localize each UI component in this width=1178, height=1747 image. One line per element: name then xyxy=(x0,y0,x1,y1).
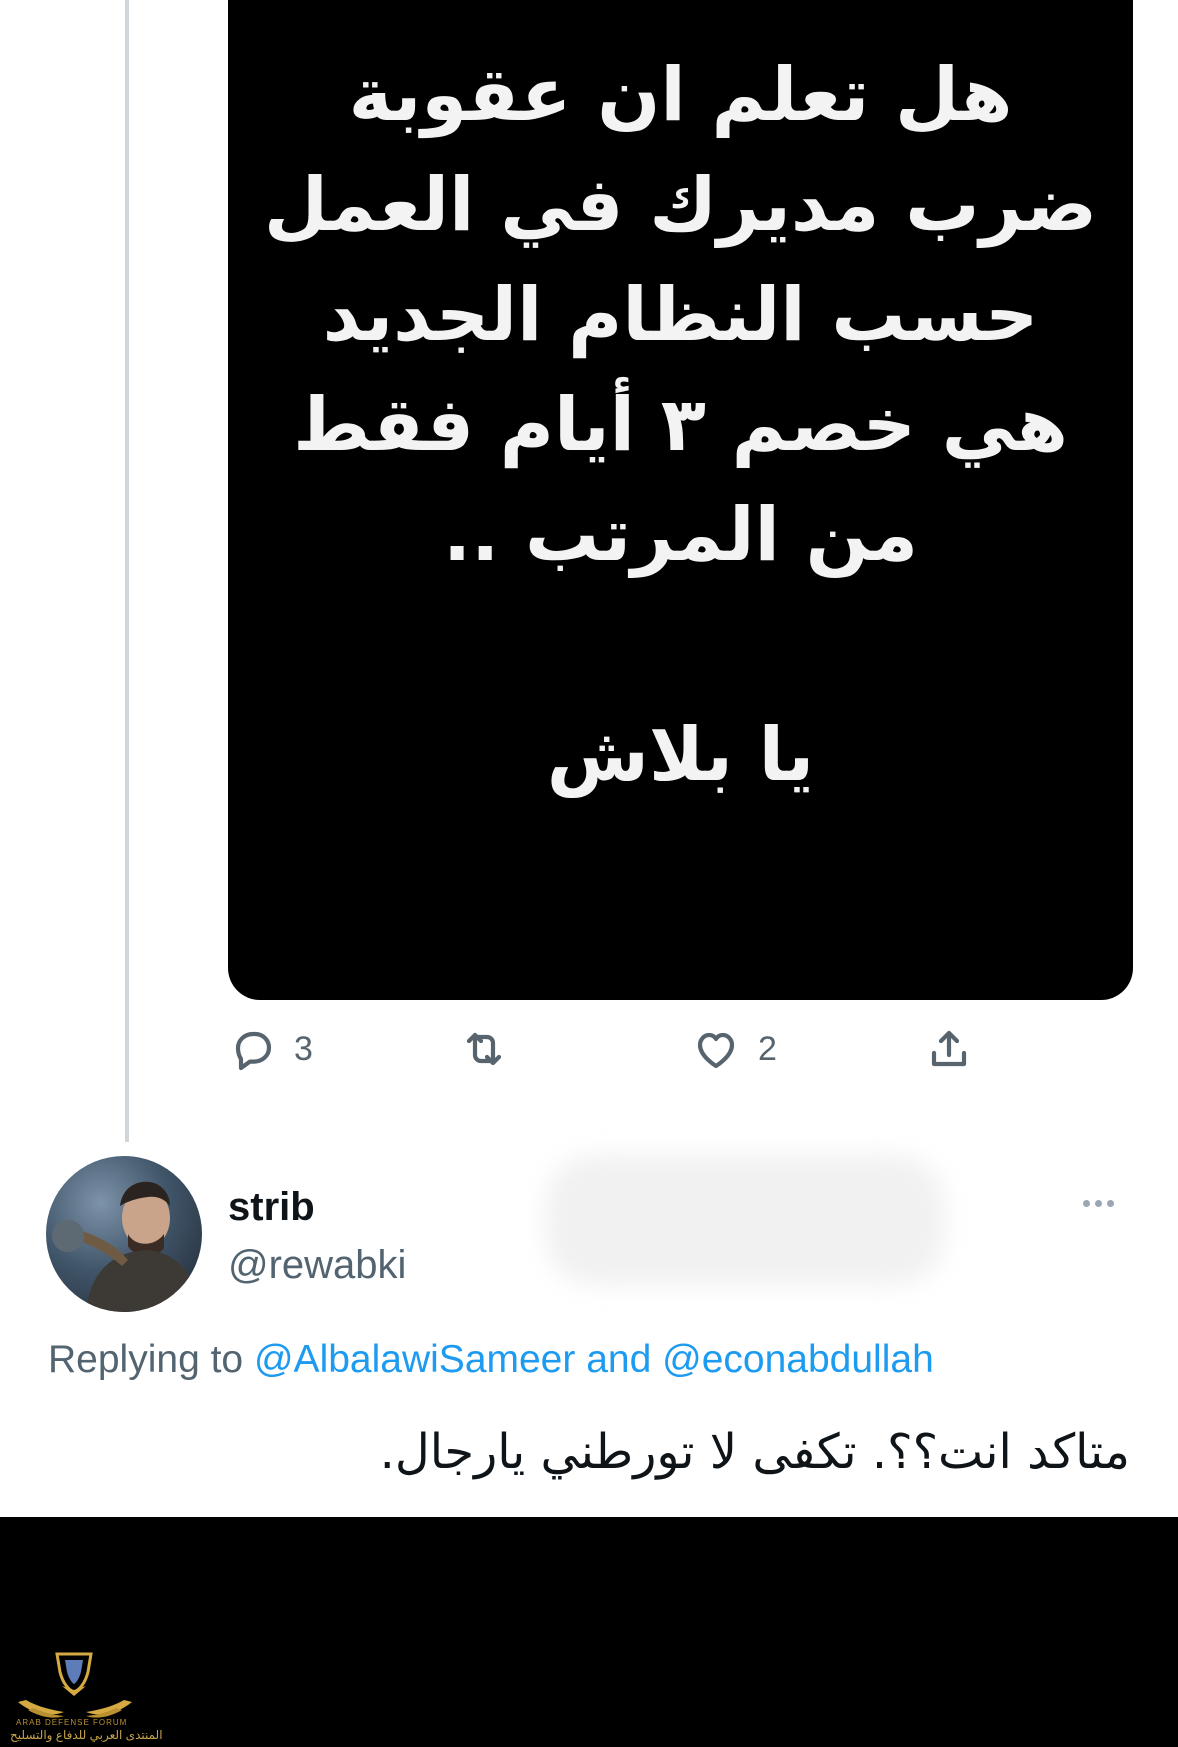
reply-author-name[interactable]: strib xyxy=(228,1185,315,1230)
reply-icon xyxy=(235,1031,272,1071)
tweet-media-image[interactable]: هل تعلم ان عقوبة ضرب مديرك في العمل حسب … xyxy=(228,0,1133,1000)
like-count: 2 xyxy=(758,1029,777,1068)
media-line-2: ضرب مديرك في العمل xyxy=(263,162,1098,248)
mention-link-1[interactable]: @AlbalawiSameer xyxy=(254,1338,575,1381)
watermark-text-ar: المنتدى العربي للدفاع والتسليح xyxy=(10,1728,163,1742)
mention-link-2[interactable]: @econabdullah xyxy=(662,1338,934,1381)
media-line-4: هي خصم ٣ أيام فقط xyxy=(293,382,1068,468)
bottom-black-bar xyxy=(0,1517,1178,1747)
media-line-3: حسب النظام الجديد xyxy=(322,272,1039,358)
watermark-text-en: ARAB DEFENSE FORUM xyxy=(16,1718,128,1727)
more-icon[interactable] xyxy=(1083,1194,1131,1218)
retweet-button[interactable] xyxy=(460,1025,508,1073)
retweet-icon xyxy=(466,1032,502,1066)
share-button[interactable] xyxy=(925,1025,973,1073)
replying-prefix: Replying to xyxy=(48,1338,244,1381)
like-icon xyxy=(697,1032,735,1069)
reply-button[interactable]: 3 xyxy=(228,1025,313,1073)
reply-text: متاكد انت؟؟. تكفى لا تورطني يارجال. xyxy=(379,1424,1130,1480)
media-gap xyxy=(228,590,1133,700)
reply-author-handle[interactable]: @rewabki xyxy=(228,1243,406,1288)
media-line-5: من المرتب .. xyxy=(442,492,919,578)
share-icon xyxy=(931,1030,967,1067)
avatar[interactable] xyxy=(46,1156,202,1312)
tweet-actions: 3 2 xyxy=(0,1025,1178,1085)
media-line-6: يا بلاش xyxy=(546,712,815,798)
replying-to-line: Replying to @AlbalawiSameer and @econabd… xyxy=(48,1338,934,1382)
media-text-block: هل تعلم ان عقوبة ضرب مديرك في العمل حسب … xyxy=(228,40,1133,810)
thread-line xyxy=(125,0,129,1142)
avatar-portrait-icon xyxy=(52,1181,202,1312)
blurred-region xyxy=(545,1155,945,1285)
reply-count: 3 xyxy=(294,1029,313,1068)
media-line-1: هل تعلم ان عقوبة xyxy=(348,52,1013,138)
mention-conjunction: and xyxy=(586,1338,652,1381)
like-button[interactable]: 2 xyxy=(692,1025,777,1073)
